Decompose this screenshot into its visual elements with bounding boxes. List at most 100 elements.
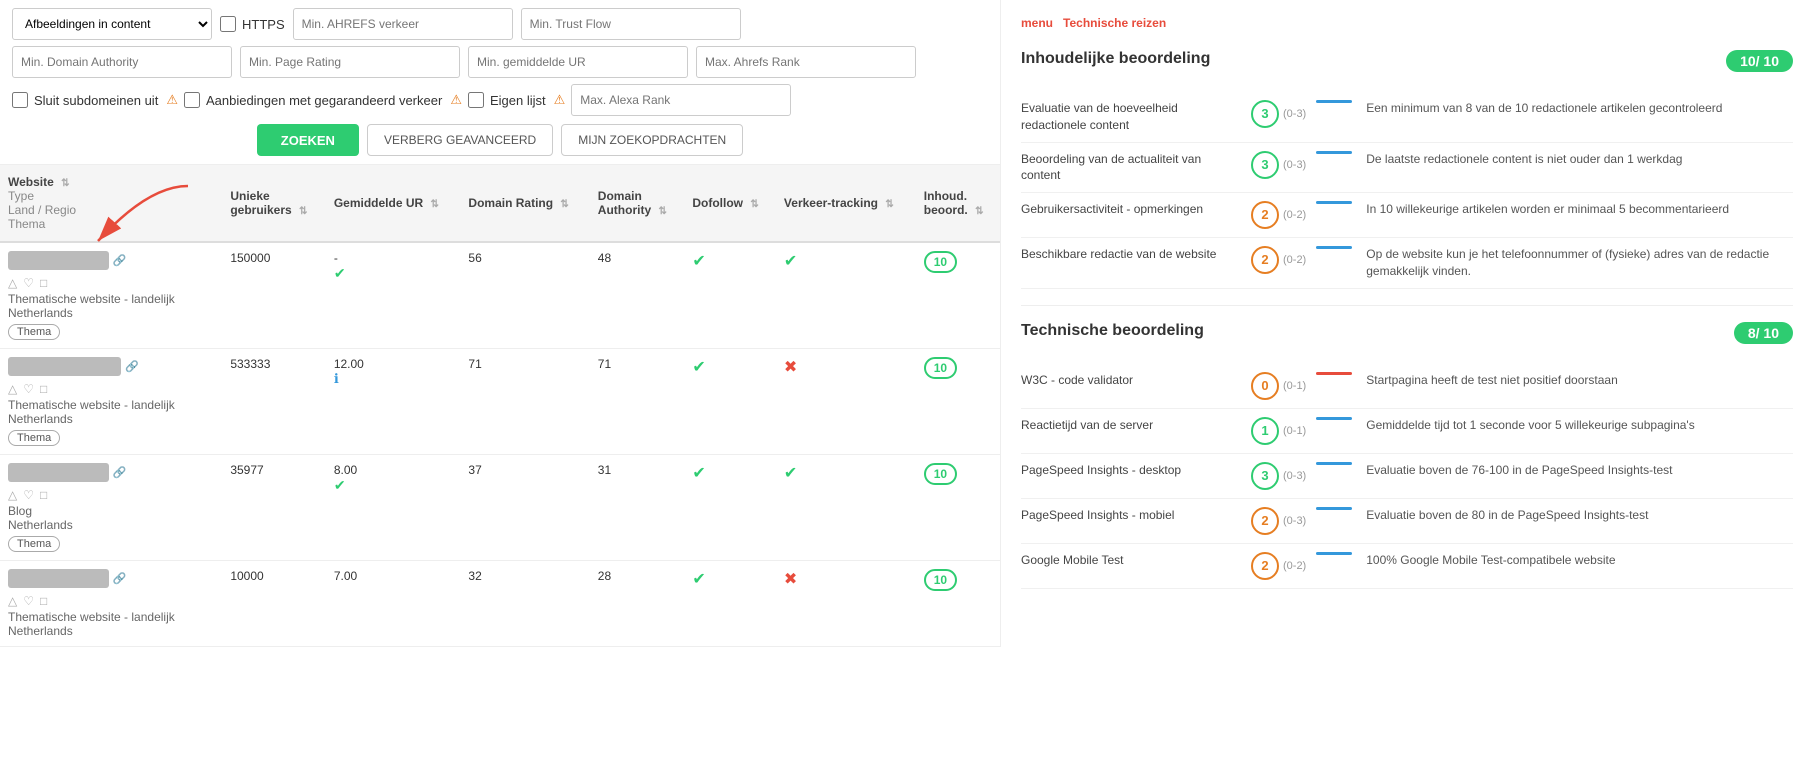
website-country-3: Netherlands [8, 518, 214, 532]
table-row: ████████.nl 🔗 △ ♡ □ Thematische website … [0, 561, 1000, 647]
external-link-icon-4[interactable]: 🔗 [113, 572, 127, 585]
t-score-range-0: (0-1) [1283, 380, 1306, 392]
my-searches-button[interactable]: MIJN ZOEKOPDRACHTEN [561, 124, 743, 156]
website-name-4[interactable]: ████████.nl 🔗 [8, 569, 214, 588]
min-ahrefs-input[interactable] [293, 8, 513, 40]
criteria-bar-0 [1316, 100, 1356, 103]
results-table-wrapper: Website ⇅ Type Land / Regio Thema Unieke… [0, 165, 1000, 647]
sort-icon-ur[interactable]: ⇅ [431, 199, 439, 210]
up-icon-1[interactable]: △ [8, 276, 17, 290]
criteria-desc-0: Een minimum van 8 van de 10 redactionele… [1366, 100, 1793, 117]
min-da-input[interactable] [12, 46, 232, 78]
bookmark-icon-3[interactable]: □ [40, 488, 47, 502]
criteria-bar-3 [1316, 246, 1356, 249]
criteria-label-1: Beoordeling van de actualiteit van conte… [1021, 151, 1241, 185]
inhoudelijke-criteria: Evaluatie van de hoeveelheid redactionel… [1021, 92, 1793, 289]
score-1: 10 [916, 242, 1000, 349]
t-score-num-2: 3 [1251, 462, 1279, 490]
domain-rating-2: 71 [460, 349, 589, 455]
website-theme-3[interactable]: Thema [8, 536, 60, 552]
exclude-sub-label: Sluit subdomeinen uit [34, 93, 158, 108]
criteria-desc-1: De laatste redactionele content is niet … [1366, 151, 1793, 168]
t-criteria-desc-2: Evaluatie boven de 76-100 in de PageSpee… [1366, 462, 1793, 479]
filter-bar: Afbeeldingen in content HTTPS Sluit subd… [0, 0, 1000, 165]
score-num-0: 3 [1251, 100, 1279, 128]
exclude-sub-checkbox[interactable] [12, 92, 28, 108]
filter-row-2 [12, 46, 988, 78]
images-filter[interactable]: Afbeeldingen in content [12, 8, 212, 40]
sort-icon-inhoud[interactable]: ⇅ [975, 206, 983, 217]
heart-icon-1[interactable]: ♡ [23, 276, 34, 290]
https-checkbox[interactable] [220, 16, 236, 32]
score-range-0: (0-3) [1283, 108, 1306, 120]
criteria-bar-2 [1316, 201, 1356, 204]
website-name-2[interactable]: ████████.info 🔗 [8, 357, 214, 376]
min-pr-input[interactable] [240, 46, 460, 78]
col-unique-users: Uniekegebruikers ⇅ [222, 165, 325, 242]
min-trust-flow-input[interactable] [521, 8, 741, 40]
technische-header: Technische beoordeling 8/ 10 [1021, 314, 1793, 352]
domain-authority-1: 48 [590, 242, 685, 349]
website-name-3[interactable]: ████████.nl 🔗 [8, 463, 214, 482]
search-button[interactable]: ZOEKEN [257, 124, 359, 156]
sort-icon-users[interactable]: ⇅ [299, 206, 307, 217]
traffic-tracking-3: ✔ [776, 455, 916, 561]
sort-icon-da[interactable]: ⇅ [658, 206, 666, 217]
col-traffic-tracking: Verkeer-tracking ⇅ [776, 165, 916, 242]
criteria-label-3: Beschikbare redactie van de website [1021, 246, 1241, 263]
website-theme-1[interactable]: Thema [8, 324, 60, 340]
score-badge-4: 10 [924, 569, 957, 591]
website-cell-2: ████████.info 🔗 △ ♡ □ Thematische websit… [0, 349, 222, 455]
external-link-icon-3[interactable]: 🔗 [113, 466, 127, 479]
check-circle-1: ✔ [334, 265, 346, 281]
criteria-score-3: 2 (0-2) [1251, 246, 1306, 274]
dofollow-1: ✔ [684, 242, 776, 349]
unique-users-1: 150000 [222, 242, 325, 349]
up-icon-2[interactable]: △ [8, 382, 17, 396]
up-icon-3[interactable]: △ [8, 488, 17, 502]
sort-icon-dr[interactable]: ⇅ [560, 199, 568, 210]
website-country-2: Netherlands [8, 412, 214, 426]
table-row: ████████.nl 🔗 △ ♡ □ Thematische website … [0, 242, 1000, 349]
website-theme-2[interactable]: Thema [8, 430, 60, 446]
top-link[interactable]: Technische reizen [1063, 16, 1166, 30]
up-icon-4[interactable]: △ [8, 594, 17, 608]
bookmark-icon-4[interactable]: □ [40, 594, 47, 608]
action-icons-3: △ ♡ □ [8, 488, 214, 502]
guaranteed-traffic-checkbox[interactable] [184, 92, 200, 108]
min-ur-input[interactable] [468, 46, 688, 78]
hide-advanced-button[interactable]: VERBERG GEAVANCEERD [367, 124, 553, 156]
guaranteed-traffic-wrapper: ⚠ Aanbiedingen met gegarandeerd verkeer [166, 92, 442, 108]
sort-icon-traffic[interactable]: ⇅ [885, 199, 893, 210]
t-criteria-bar-3 [1316, 507, 1356, 510]
website-type-4: Thematische website - landelijk [8, 610, 214, 624]
criteria-row: PageSpeed Insights - mobiel 2 (0-3) Eval… [1021, 499, 1793, 544]
dofollow-2: ✔ [684, 349, 776, 455]
own-list-checkbox[interactable] [468, 92, 484, 108]
heart-icon-3[interactable]: ♡ [23, 488, 34, 502]
traffic-check-3: ✔ [784, 465, 797, 482]
heart-icon-2[interactable]: ♡ [23, 382, 34, 396]
traffic-tracking-1: ✔ [776, 242, 916, 349]
technische-criteria: W3C - code validator 0 (0-1) Startpagina… [1021, 364, 1793, 589]
avg-ur-1: -✔ [326, 242, 461, 349]
score-num-1: 3 [1251, 151, 1279, 179]
max-alexa-input[interactable] [571, 84, 791, 116]
heart-icon-4[interactable]: ♡ [23, 594, 34, 608]
sort-icon-dofollow[interactable]: ⇅ [750, 199, 758, 210]
own-list-wrapper: ⚠ Eigen lijst [450, 92, 545, 108]
results-table: Website ⇅ Type Land / Regio Thema Unieke… [0, 165, 1000, 647]
max-ahrefs-rank-input[interactable] [696, 46, 916, 78]
col-avg-ur: Gemiddelde UR ⇅ [326, 165, 461, 242]
bookmark-icon-2[interactable]: □ [40, 382, 47, 396]
info-icon-2: ℹ [334, 371, 339, 386]
website-country-4: Netherlands [8, 624, 214, 638]
score-num-3: 2 [1251, 246, 1279, 274]
criteria-row: PageSpeed Insights - desktop 3 (0-3) Eva… [1021, 454, 1793, 499]
bookmark-icon-1[interactable]: □ [40, 276, 47, 290]
criteria-desc-3: Op de website kun je het telefoonnummer … [1366, 246, 1793, 280]
actions-row: ZOEKEN VERBERG GEAVANCEERD MIJN ZOEKOPDR… [12, 124, 988, 156]
external-link-icon-2[interactable]: 🔗 [125, 360, 139, 373]
domain-rating-1: 56 [460, 242, 589, 349]
criteria-row: Gebruikersactiviteit - opmerkingen 2 (0-… [1021, 193, 1793, 238]
